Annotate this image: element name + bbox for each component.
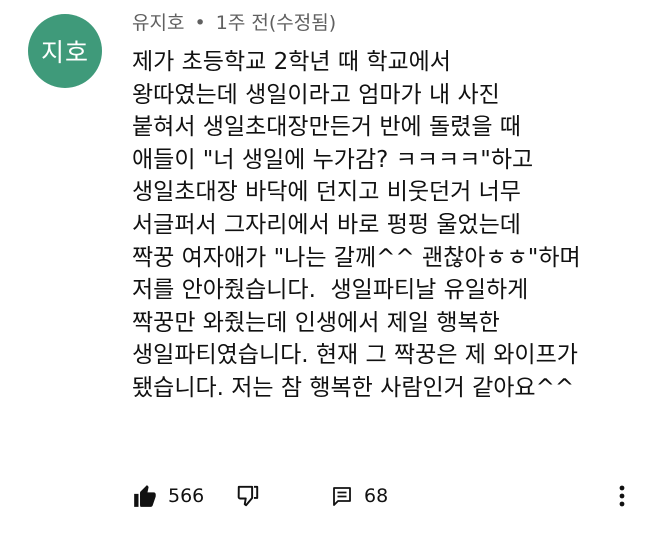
avatar[interactable]: 지호 [28, 14, 102, 88]
more-vertical-icon [616, 483, 628, 509]
comment-line: 짝꿍 여자애가 "나는 갈께^^ 괜찮아ㅎㅎ"하며 [132, 244, 581, 271]
reply-icon [330, 484, 354, 508]
thumbs-up-icon [132, 483, 158, 509]
comment-line: 붙혀서 생일초대장만든거 반에 돌렸을 때 [132, 114, 521, 141]
comment-body: 제가 초등학교 2학년 때 학교에서 왕따였는데 생일이라고 엄마가 내 사진 … [132, 46, 652, 405]
like-count: 566 [168, 485, 205, 507]
comment-header: 유지호 • 1주 전(수정됨) [132, 8, 336, 35]
comment-line: 저를 안아줬습니다. 생일파티날 유일하게 [132, 277, 529, 304]
comment-thread: 지호 유지호 • 1주 전(수정됨) 제가 초등학교 2학년 때 학교에서 왕따… [0, 0, 658, 539]
like-button[interactable]: 566 [132, 478, 204, 514]
comment-line: 됐습니다. 저는 참 행복한 사람인거 같아요^^ [132, 374, 575, 401]
comment-line: 애들이 "너 생일에 누가감? ㅋㅋㅋㅋ"하고 [132, 146, 534, 173]
dislike-button[interactable] [235, 478, 261, 514]
reply-button[interactable]: 68 [330, 478, 388, 514]
comment-line: 서글퍼서 그자리에서 바로 펑펑 울었는데 [132, 211, 521, 238]
more-options-button[interactable] [616, 478, 628, 514]
comment-timestamp[interactable]: 1주 전(수정됨) [216, 12, 336, 34]
comment-line: 제가 초등학교 2학년 때 학교에서 [132, 49, 451, 75]
reply-count: 68 [364, 485, 389, 507]
author-name[interactable]: 유지호 [132, 12, 184, 34]
comment-actions: 566 68 [132, 478, 652, 514]
comment-line: 생일초대장 바닥에 던지고 비웃던거 너무 [132, 179, 521, 206]
thumbs-down-icon [235, 483, 261, 509]
comment-line: 짝꿍만 와줬는데 인생에서 제일 행복한 [132, 309, 500, 336]
comment-line: 생일파티였습니다. 현재 그 짝꿍은 제 와이프가 [132, 342, 578, 369]
comment-line: 왕따였는데 생일이라고 엄마가 내 사진 [132, 81, 500, 108]
meta-separator: • [194, 12, 206, 34]
avatar-initials: 지호 [40, 38, 89, 67]
